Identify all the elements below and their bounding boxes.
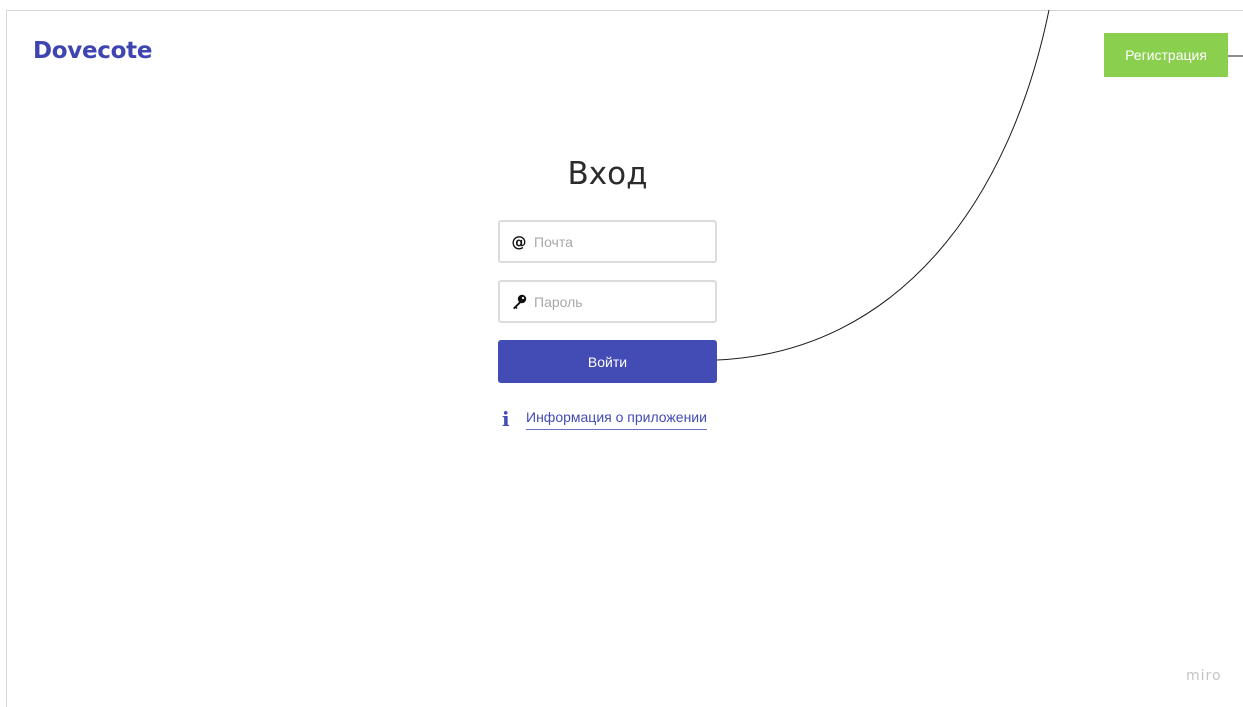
register-button[interactable]: Регистрация (1104, 33, 1228, 77)
app-info-link[interactable]: Информация о приложении (526, 409, 707, 430)
app-info-row[interactable]: i Информация о приложении (498, 406, 717, 432)
frame-top-border (6, 10, 1243, 11)
login-screen: Dovecote Регистрация Вход @ Войти i Инфо… (0, 0, 1243, 707)
key-icon (510, 293, 528, 311)
password-field[interactable] (498, 280, 717, 323)
email-input[interactable] (534, 233, 704, 250)
email-field[interactable]: @ (498, 220, 717, 263)
info-icon: i (502, 407, 510, 431)
svg-text:@: @ (512, 234, 527, 250)
at-icon: @ (510, 233, 528, 251)
login-button[interactable]: Войти (498, 340, 717, 383)
brand-logo[interactable]: Dovecote (33, 38, 152, 64)
password-input[interactable] (534, 293, 704, 310)
page-title: Вход (567, 156, 648, 192)
miro-watermark: miro (1186, 668, 1222, 684)
frame-left-border (6, 10, 7, 707)
